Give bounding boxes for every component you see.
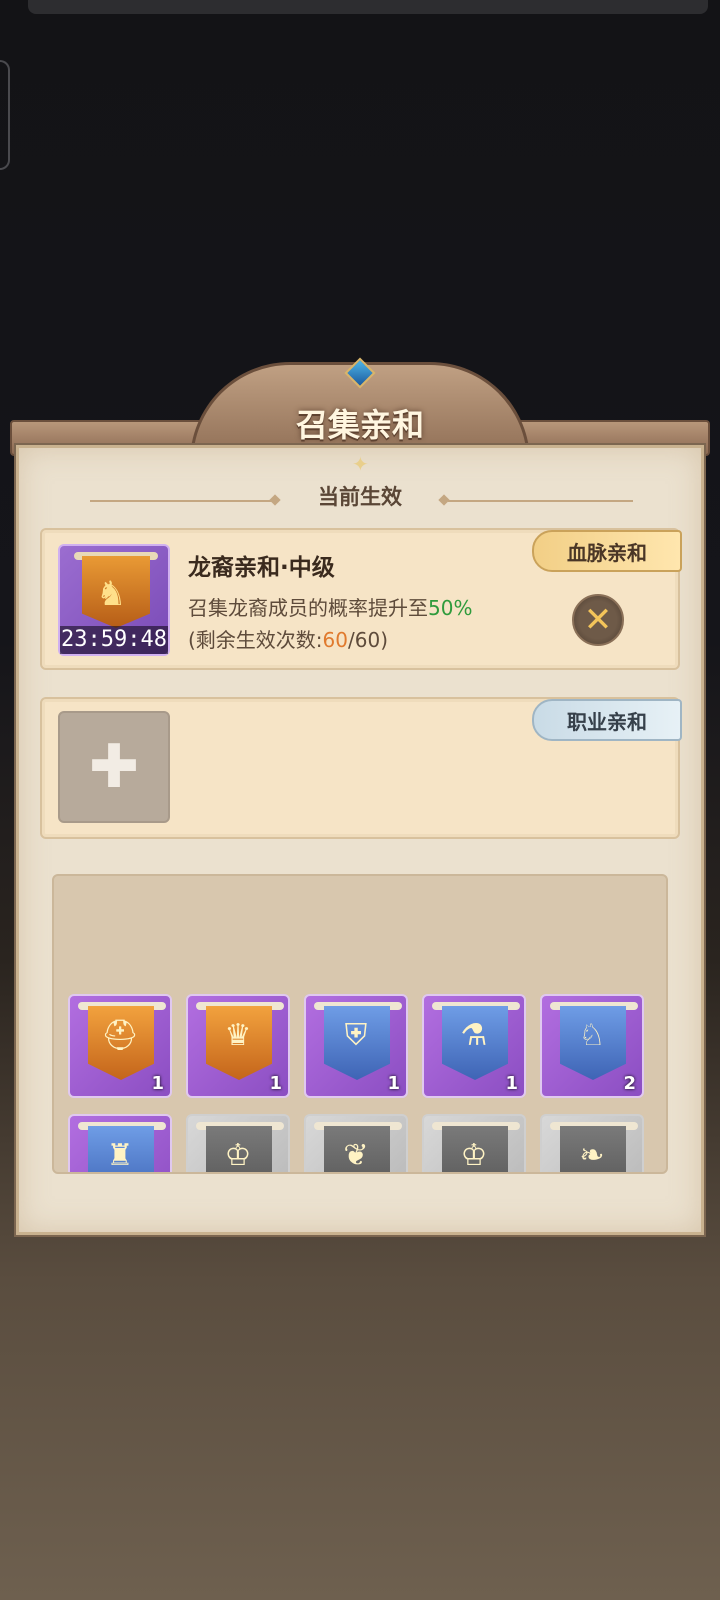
sparkle-icon: ✦ bbox=[352, 452, 369, 476]
crown-icon: ♔ bbox=[460, 1138, 488, 1173]
side-handle[interactable] bbox=[0, 60, 10, 170]
wolf-icon: ♘ bbox=[578, 1018, 606, 1053]
bloodline-affinity-card: 血脉亲和 ♞ 23:59:48 龙裔亲和·中级 召集龙裔成员的概率提升至50% … bbox=[40, 528, 682, 670]
remaining-uses: (剩余生效次数:60/60) bbox=[188, 624, 388, 653]
lion-icon: ♛ bbox=[224, 1018, 252, 1053]
cancel-buff-button[interactable]: ✕ bbox=[572, 594, 624, 646]
inventory-item[interactable]: ♔ bbox=[422, 1114, 526, 1173]
add-career-affinity-slot[interactable]: ✚ bbox=[58, 711, 170, 823]
item-count: 2 bbox=[623, 1073, 636, 1094]
count-remaining: 60 bbox=[322, 628, 348, 652]
cross-swords-icon: ✕ bbox=[583, 600, 613, 640]
divider-right bbox=[448, 500, 633, 502]
inventory-item[interactable]: ⛑ 1 bbox=[68, 994, 172, 1098]
inventory-item[interactable]: ⛨ 1 bbox=[304, 994, 408, 1098]
top-bar bbox=[28, 0, 708, 14]
leaf-icon: ❧ bbox=[579, 1138, 605, 1173]
desc-value: 50% bbox=[428, 596, 473, 620]
divider-left bbox=[90, 500, 275, 502]
buff-timer: 23:59:48 bbox=[60, 626, 168, 654]
inventory-item[interactable]: ♘ 2 bbox=[540, 994, 644, 1098]
bloodline-affinity-tag: 血脉亲和 bbox=[532, 530, 682, 572]
laurel-icon: ❦ bbox=[343, 1138, 369, 1173]
plus-icon: ✚ bbox=[88, 732, 140, 802]
desc-text: 召集龙裔成员的概率提升至 bbox=[188, 596, 428, 620]
potion-icon: ⚗ bbox=[460, 1018, 488, 1053]
item-count: 1 bbox=[505, 1073, 518, 1094]
dragon-affinity-badge[interactable]: ♞ 23:59:48 bbox=[58, 544, 170, 656]
buff-description: 召集龙裔成员的概率提升至50% bbox=[188, 592, 472, 621]
affinity-inventory[interactable]: ⛑ 1 ♛ 1 ⛨ 1 ⚗ 1 ♘ 2 ♜ ♔ ❦ ♔ ❧ bbox=[52, 874, 668, 1174]
item-count: 1 bbox=[151, 1073, 164, 1094]
section-label: 当前生效 bbox=[318, 485, 402, 509]
inventory-item[interactable]: ❧ bbox=[540, 1114, 644, 1173]
item-count: 1 bbox=[387, 1073, 400, 1094]
dragon-emblem-icon: ♞ bbox=[96, 574, 127, 614]
count-prefix: (剩余生效次数: bbox=[188, 628, 323, 652]
buff-name: 龙裔亲和·中级 bbox=[188, 555, 335, 581]
shield-icon: ⛨ bbox=[344, 1018, 368, 1053]
inventory-item[interactable]: ❦ bbox=[304, 1114, 408, 1173]
inventory-item[interactable]: ♔ bbox=[186, 1114, 290, 1173]
crown-icon: ♔ bbox=[224, 1138, 252, 1173]
inventory-item[interactable]: ♜ bbox=[68, 1114, 172, 1173]
blue-banner-icon: ♜ bbox=[106, 1138, 134, 1173]
career-affinity-tag: 职业亲和 bbox=[532, 699, 682, 741]
helmet-icon: ⛑ bbox=[100, 1018, 140, 1053]
count-suffix: /60) bbox=[348, 628, 388, 652]
inventory-item[interactable]: ♛ 1 bbox=[186, 994, 290, 1098]
career-affinity-card: 职业亲和 ✚ bbox=[40, 697, 682, 839]
inventory-item[interactable]: ⚗ 1 bbox=[422, 994, 526, 1098]
item-count: 1 bbox=[269, 1073, 282, 1094]
page-title: 召集亲和 bbox=[295, 406, 424, 444]
